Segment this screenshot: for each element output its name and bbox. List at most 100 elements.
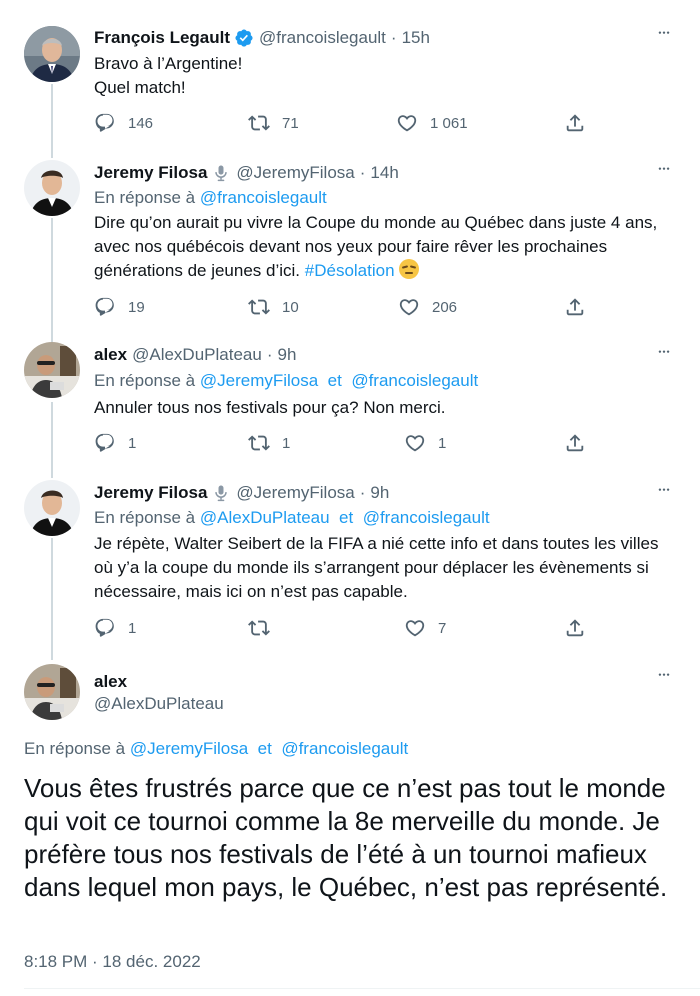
- like-count: 7: [438, 619, 447, 637]
- avatar[interactable]: [24, 342, 80, 398]
- action-bar: 1 1 1: [94, 432, 594, 452]
- verified-badge-icon: [234, 28, 254, 48]
- reply-icon: [94, 432, 116, 454]
- action-bar: 19 10 206: [94, 296, 594, 316]
- like-icon: [398, 296, 420, 318]
- reply-button[interactable]: 19: [94, 296, 145, 318]
- reply-label: En réponse à: [94, 371, 196, 390]
- like-button[interactable]: 206: [398, 296, 457, 318]
- reply-mention[interactable]: @AlexDuPlateau: [200, 508, 330, 527]
- hashtag-link[interactable]: #Désolation: [305, 261, 395, 280]
- tweet-text-line: Bravo à l’Argentine!: [94, 54, 243, 73]
- author-name[interactable]: Jeremy Filosa: [94, 483, 207, 503]
- like-icon: [396, 112, 418, 134]
- tweet-time[interactable]: 9h: [370, 483, 389, 503]
- tweet-text: Je répète, Walter Seibert de la FIFA a n…: [94, 534, 659, 601]
- tweet-time[interactable]: 15h: [402, 28, 430, 48]
- reply-mention[interactable]: @francoislegault: [200, 188, 327, 207]
- tweet[interactable]: Jeremy Filosa @JeremyFilosa · 9h En répo…: [0, 478, 700, 648]
- reply-count: 1: [128, 434, 137, 452]
- like-icon: [404, 432, 426, 454]
- avatar[interactable]: [24, 26, 80, 82]
- like-icon: [404, 617, 426, 639]
- author-name[interactable]: alex: [94, 672, 127, 692]
- author-name[interactable]: alex: [94, 345, 127, 365]
- retweet-button[interactable]: 1: [248, 432, 290, 454]
- share-button[interactable]: [564, 296, 586, 318]
- share-icon: [564, 617, 586, 639]
- retweet-button[interactable]: 10: [248, 296, 299, 318]
- reply-context: En réponse à @AlexDuPlateau et @francois…: [94, 507, 490, 529]
- author-name[interactable]: François Legault: [94, 28, 230, 48]
- more-icon[interactable]: [654, 28, 674, 42]
- reply-context: En réponse à @francoislegault: [94, 187, 327, 209]
- tweet-text-line: Quel match!: [94, 78, 186, 97]
- more-icon[interactable]: [654, 347, 674, 361]
- like-count: 1: [438, 434, 447, 452]
- reply-mention[interactable]: @francoislegault: [281, 739, 408, 758]
- reply-mention[interactable]: @francoislegault: [351, 371, 478, 390]
- author-handle[interactable]: @JeremyFilosa: [236, 483, 354, 503]
- reply-mention[interactable]: @JeremyFilosa: [200, 371, 318, 390]
- reply-separator: et: [327, 371, 342, 390]
- author-handle[interactable]: @JeremyFilosa: [236, 163, 354, 183]
- reply-mention[interactable]: @JeremyFilosa: [130, 739, 248, 758]
- reply-count: 1: [128, 619, 137, 637]
- share-button[interactable]: [564, 617, 586, 639]
- share-icon: [564, 432, 586, 454]
- tweet[interactable]: François Legault @francoislegault · 15h …: [0, 26, 700, 146]
- tweet-timestamp[interactable]: 8:18 PM · 18 déc. 2022: [24, 952, 201, 972]
- avatar[interactable]: [24, 480, 80, 536]
- tweet-time[interactable]: 9h: [277, 345, 296, 365]
- like-button[interactable]: 1: [404, 432, 446, 454]
- like-count: 1 061: [430, 114, 468, 132]
- reply-separator: et: [257, 739, 272, 758]
- tweet-text: Bravo à l’Argentine! Quel match!: [94, 52, 674, 100]
- share-icon: [564, 296, 586, 318]
- reply-label: En réponse à: [94, 188, 196, 207]
- retweet-icon: [248, 112, 270, 134]
- reply-button[interactable]: 1: [94, 617, 136, 639]
- reply-button[interactable]: 146: [94, 112, 153, 134]
- tweet[interactable]: Jeremy Filosa @JeremyFilosa · 14h En rép…: [0, 158, 700, 328]
- reply-label: En réponse à: [94, 508, 196, 527]
- microphone-icon: [211, 163, 231, 183]
- share-button[interactable]: [564, 112, 586, 134]
- reply-label: En réponse à: [24, 739, 126, 758]
- author-handle[interactable]: @AlexDuPlateau: [94, 694, 224, 714]
- reply-separator: et: [339, 508, 354, 527]
- avatar[interactable]: [24, 160, 80, 216]
- main-tweet-text: Vous êtes frustrés parce que ce n’est pa…: [24, 773, 668, 902]
- separator-dot: ·: [266, 345, 273, 364]
- retweet-icon: [248, 296, 270, 318]
- retweet-count: 10: [282, 298, 299, 316]
- author-name[interactable]: Jeremy Filosa: [94, 163, 207, 183]
- tweet-time[interactable]: 14h: [370, 163, 398, 183]
- separator-dot: ·: [390, 28, 397, 47]
- tweet-text: Dire qu’on aurait pu vivre la Coupe du m…: [94, 211, 674, 283]
- reply-context: En réponse à @JeremyFilosa et @francoisl…: [24, 738, 408, 760]
- more-icon[interactable]: [654, 670, 674, 684]
- like-button[interactable]: 1 061: [396, 112, 468, 134]
- separator-dot: ·: [359, 483, 366, 502]
- retweet-button[interactable]: 71: [248, 112, 299, 134]
- reply-button[interactable]: 1: [94, 432, 136, 454]
- reply-context: En réponse à @JeremyFilosa et @francoisl…: [94, 370, 478, 392]
- retweet-button[interactable]: [248, 617, 270, 639]
- more-icon[interactable]: [654, 164, 674, 178]
- like-count: 206: [432, 298, 458, 316]
- unamused-face-emoji: [399, 259, 420, 279]
- tweet[interactable]: alex @AlexDuPlateau · 9h En réponse à @J…: [0, 342, 700, 462]
- avatar[interactable]: [24, 664, 80, 720]
- action-bar: 146 71 1 061: [94, 112, 594, 132]
- author-handle[interactable]: @AlexDuPlateau: [132, 345, 262, 365]
- reply-count: 146: [128, 114, 154, 132]
- reply-mention[interactable]: @francoislegault: [363, 508, 490, 527]
- author-handle[interactable]: @francoislegault: [259, 28, 386, 48]
- retweet-icon: [248, 617, 270, 639]
- more-icon[interactable]: [654, 485, 674, 499]
- like-button[interactable]: 7: [404, 617, 446, 639]
- reply-icon: [94, 617, 116, 639]
- retweet-count: 1: [282, 434, 291, 452]
- share-button[interactable]: [564, 432, 586, 454]
